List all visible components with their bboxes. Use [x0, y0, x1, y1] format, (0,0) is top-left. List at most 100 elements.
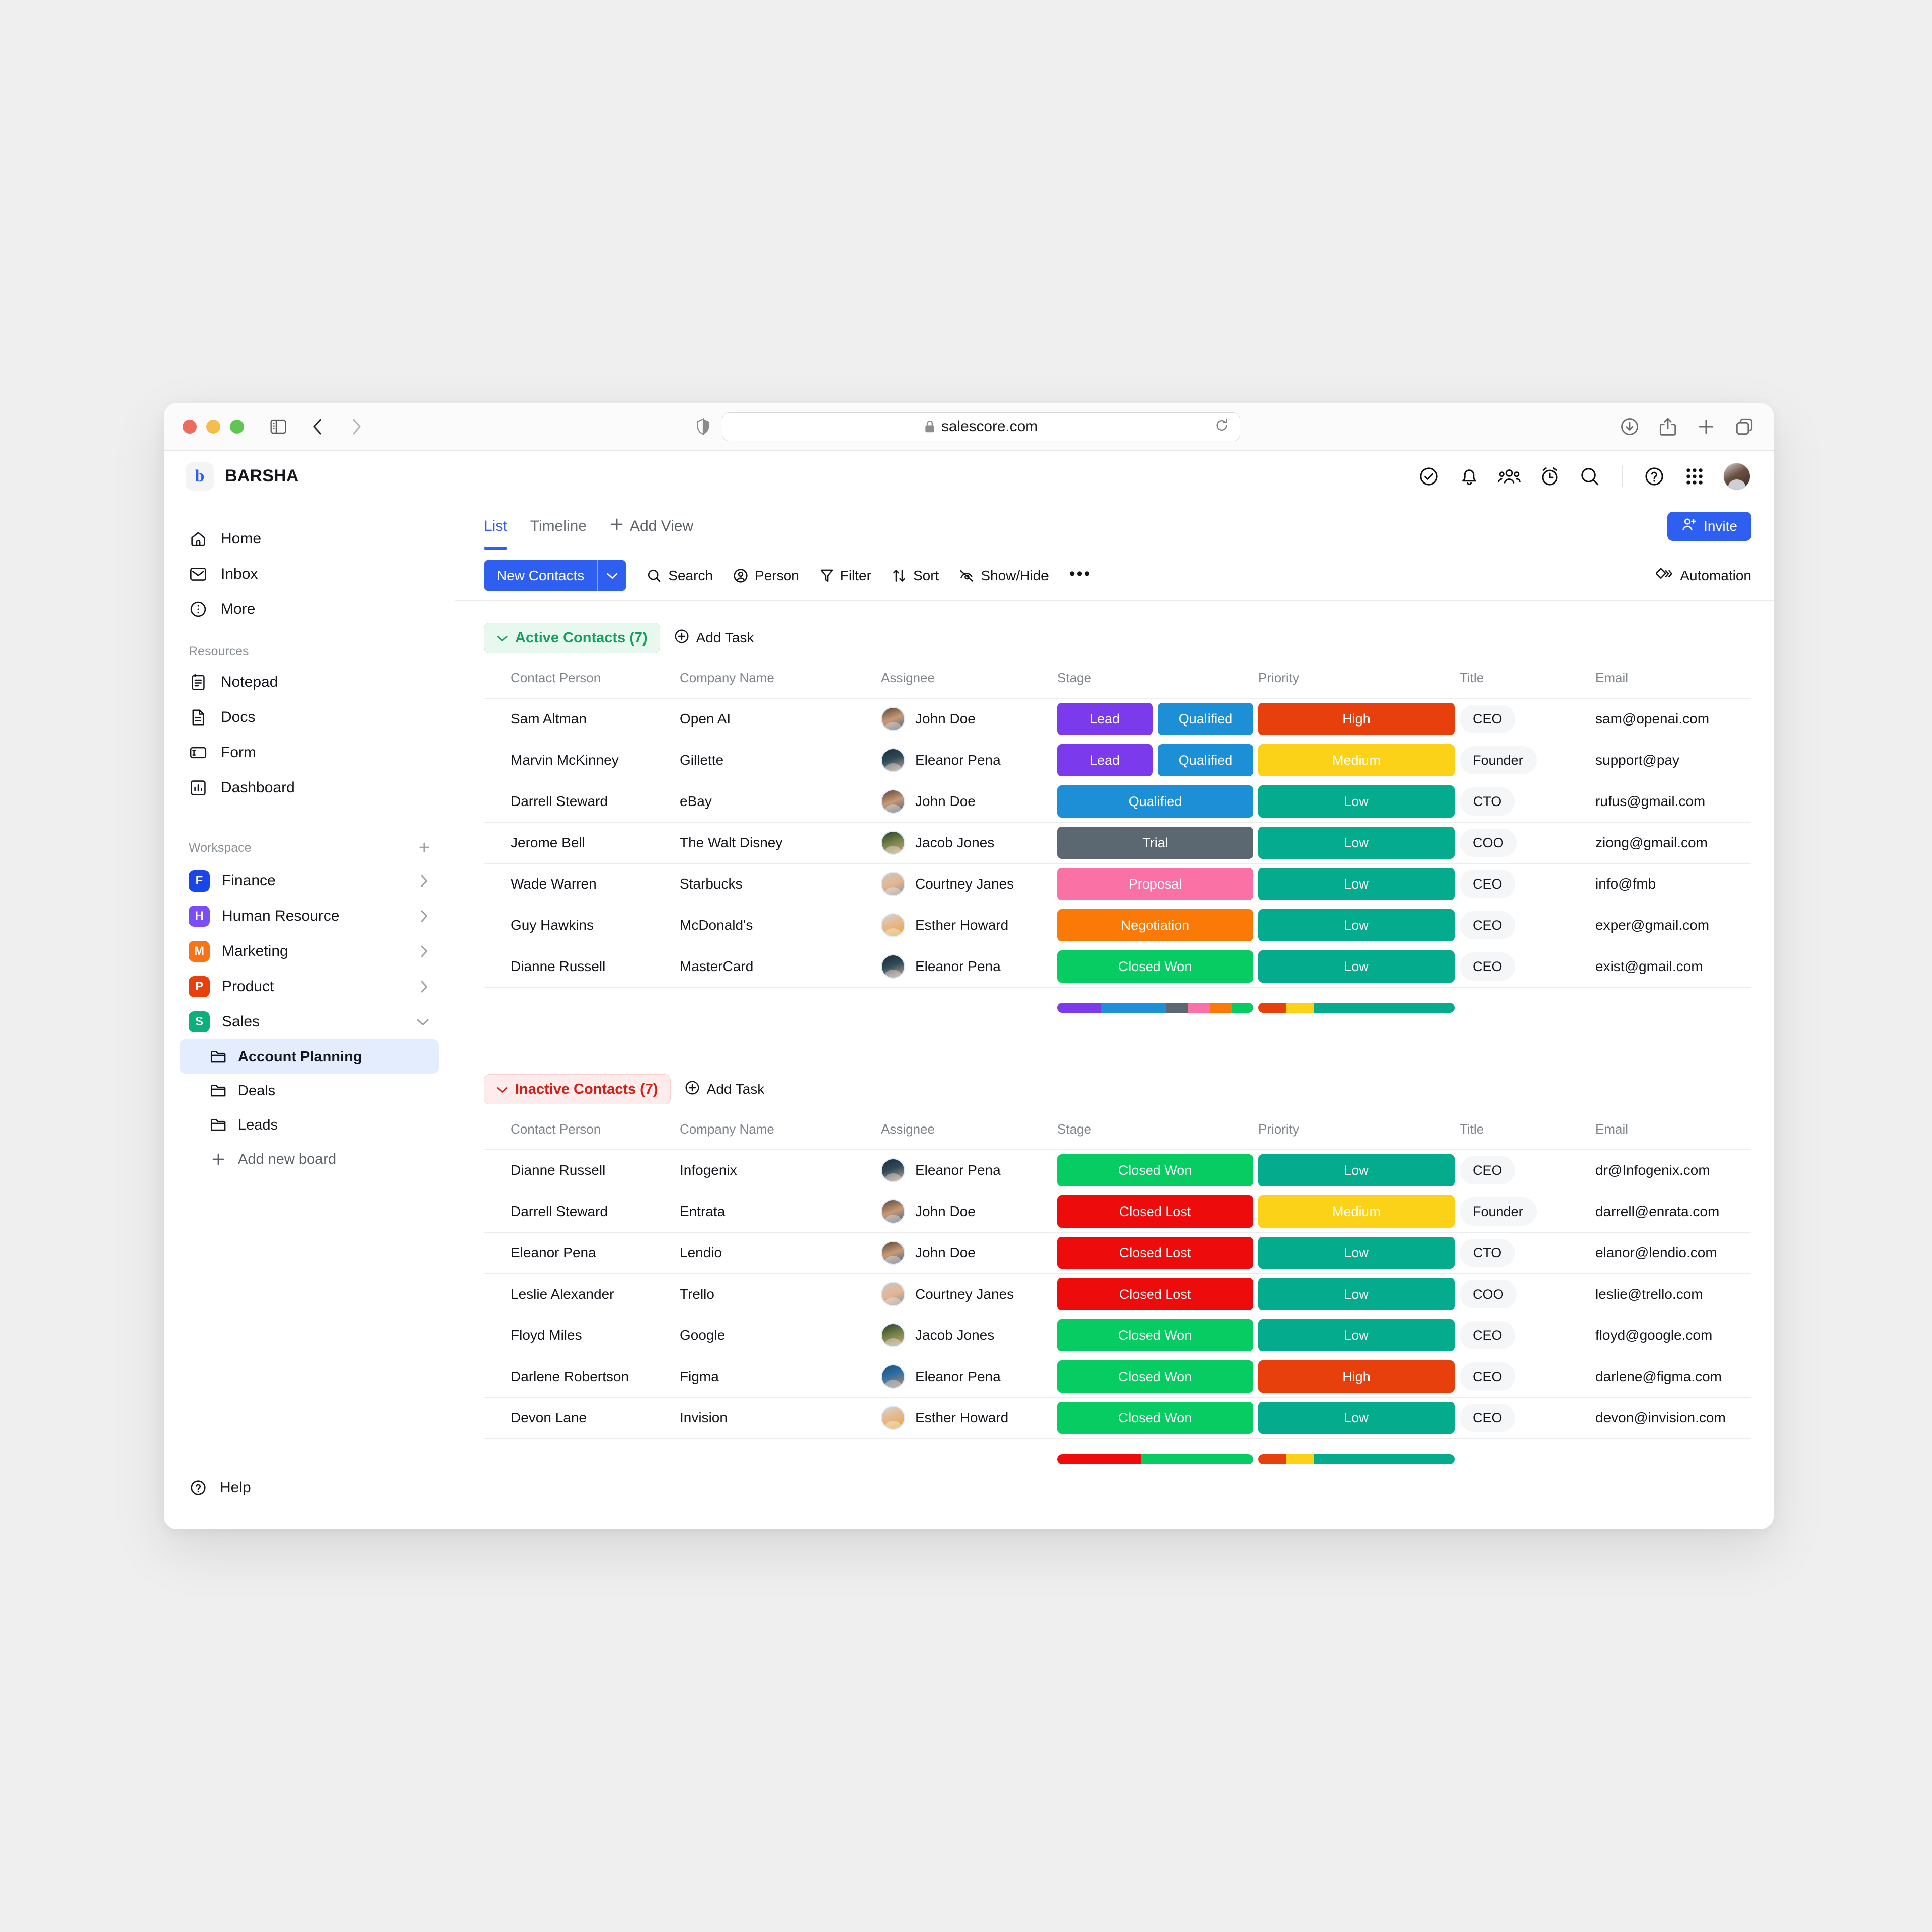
maximize-window-button[interactable]	[230, 419, 244, 434]
toolbar-filter-button[interactable]: Filter	[820, 568, 871, 584]
column-header[interactable]: Email	[1595, 1121, 1751, 1150]
window-traffic-lights[interactable]	[183, 419, 244, 434]
check-circle-icon[interactable]	[1417, 465, 1440, 488]
column-header[interactable]: Assignee	[881, 670, 1057, 698]
priority-badge[interactable]: Low	[1258, 1237, 1455, 1269]
chevron-down-icon[interactable]	[416, 1016, 430, 1028]
table-row[interactable]: Darrell Steward eBay John Doe Qualified Low C…	[484, 780, 1751, 822]
stage-badge[interactable]: Closed Lost	[1057, 1195, 1253, 1228]
group-toggle-inactive[interactable]: Inactive Contacts (7)	[484, 1074, 671, 1104]
group-toggle-active[interactable]: Active Contacts (7)	[484, 623, 660, 653]
share-icon[interactable]	[1658, 417, 1678, 437]
priority-badge[interactable]: Low	[1258, 827, 1455, 859]
toolbar-showhide-button[interactable]: Show/Hide	[959, 568, 1049, 584]
toolbar-person-button[interactable]: Person	[733, 568, 799, 584]
assignee-avatar[interactable]	[881, 707, 905, 732]
column-header[interactable]: Contact Person	[484, 1121, 680, 1150]
table-row[interactable]: Dianne Russell MasterCard Eleanor Pena Clos…	[484, 945, 1751, 987]
address-bar[interactable]: salescore.com	[722, 412, 1240, 441]
stage-badge[interactable]: Proposal	[1057, 868, 1253, 900]
assignee-avatar[interactable]	[881, 831, 905, 855]
column-header[interactable]: Stage	[1057, 1121, 1258, 1150]
tab-overview-icon[interactable]	[1734, 417, 1754, 437]
sidebar-item-marketing[interactable]: M Marketing	[180, 934, 439, 969]
help-circle-icon[interactable]	[1643, 465, 1666, 488]
assignee-avatar[interactable]	[881, 748, 905, 772]
table-row[interactable]: Leslie Alexander Trello Courtney Janes Clos…	[484, 1273, 1751, 1315]
stage-badge[interactable]: Closed Won	[1057, 1402, 1253, 1434]
priority-badge[interactable]: High	[1258, 1360, 1455, 1393]
sidebar-toggle-icon[interactable]	[268, 417, 288, 437]
priority-badge[interactable]: Low	[1258, 1319, 1455, 1351]
help-button[interactable]: Help	[189, 1478, 430, 1497]
avatar[interactable]	[1723, 462, 1750, 490]
priority-badge[interactable]: Low	[1258, 1278, 1455, 1310]
add-view-button[interactable]: Add View	[610, 517, 693, 535]
column-header[interactable]: Company Name	[680, 1121, 881, 1150]
assignee-avatar[interactable]	[881, 1406, 905, 1430]
apps-grid-icon[interactable]	[1683, 465, 1706, 488]
stage-badge[interactable]: Closed Won	[1057, 1154, 1253, 1187]
search-icon[interactable]	[1578, 465, 1601, 488]
column-header[interactable]: Contact Person	[484, 670, 680, 698]
assignee-avatar[interactable]	[881, 913, 905, 937]
priority-badge[interactable]: Low	[1258, 1154, 1455, 1187]
tab-list[interactable]: List	[484, 502, 507, 550]
back-chevron-icon[interactable]	[307, 417, 328, 437]
toolbar-search-button[interactable]: Search	[647, 568, 713, 584]
stage-badge[interactable]: Closed Won	[1057, 1360, 1253, 1393]
column-header[interactable]: Title	[1460, 1121, 1595, 1150]
priority-badge[interactable]: High	[1258, 703, 1455, 736]
toolbar-more-button[interactable]: •••	[1069, 565, 1092, 582]
reload-icon[interactable]	[1215, 418, 1229, 435]
chevron-right-icon[interactable]	[418, 909, 430, 923]
bell-icon[interactable]	[1458, 465, 1481, 488]
view-selector[interactable]: New Contacts	[484, 559, 627, 591]
sidebar-item-docs[interactable]: Docs	[180, 700, 439, 735]
stage-badge[interactable]: Trial	[1057, 827, 1253, 859]
chevron-right-icon[interactable]	[418, 980, 430, 994]
table-row[interactable]: Darlene Robertson Figma Eleanor Pena Closed…	[484, 1355, 1751, 1397]
stage-badge[interactable]: Closed Won	[1057, 950, 1253, 983]
table-row[interactable]: Marvin McKinney Gillette Eleanor Pena Lead Q…	[484, 739, 1751, 781]
priority-badge[interactable]: Low	[1258, 868, 1455, 900]
sidebar-item-product[interactable]: P Product	[180, 969, 439, 1004]
tab-timeline[interactable]: Timeline	[530, 502, 587, 550]
assignee-avatar[interactable]	[881, 872, 905, 896]
add-workspace-button[interactable]: +	[419, 838, 430, 857]
people-icon[interactable]	[1498, 465, 1521, 488]
priority-badge[interactable]: Low	[1258, 1402, 1455, 1434]
chevron-right-icon[interactable]	[418, 874, 430, 888]
priority-badge[interactable]: Low	[1258, 950, 1455, 983]
stage-badge[interactable]: Lead	[1057, 703, 1153, 736]
table-row[interactable]: Eleanor Pena Lendio John Doe Closed Lost Low…	[484, 1232, 1751, 1273]
add-new-board-button[interactable]: Add new board	[180, 1142, 439, 1176]
sidebar-item-human-resource[interactable]: H Human Resource	[180, 899, 439, 934]
table-row[interactable]: Floyd Miles Google Jacob Jones Closed Won Lo…	[484, 1314, 1751, 1356]
column-header[interactable]: Company Name	[680, 670, 881, 698]
stage-badge[interactable]: Closed Lost	[1057, 1278, 1253, 1310]
assignee-avatar[interactable]	[881, 1364, 905, 1389]
sidebar-board-leads[interactable]: Leads	[180, 1108, 439, 1142]
stage-badge[interactable]: Negotiation	[1057, 909, 1253, 941]
stage-badge[interactable]: Qualified	[1158, 703, 1253, 736]
close-window-button[interactable]	[183, 419, 197, 434]
column-header[interactable]: Stage	[1057, 670, 1258, 698]
sidebar-item-finance[interactable]: F Finance	[180, 863, 439, 899]
sidebar-item-sales[interactable]: S Sales	[180, 1004, 439, 1039]
column-header[interactable]: Email	[1595, 670, 1751, 698]
priority-badge[interactable]: Low	[1258, 785, 1455, 818]
assignee-avatar[interactable]	[881, 1282, 905, 1306]
assignee-avatar[interactable]	[881, 954, 905, 979]
add-task-button[interactable]: Add Task	[674, 629, 754, 648]
chevron-down-icon[interactable]	[598, 560, 626, 591]
assignee-avatar[interactable]	[881, 1199, 905, 1224]
forward-chevron-icon[interactable]	[347, 417, 367, 437]
toolbar-sort-button[interactable]: Sort	[892, 568, 939, 584]
assignee-avatar[interactable]	[881, 789, 905, 814]
table-row[interactable]: Devon Lane Invision Esther Howard Closed Wo…	[484, 1397, 1751, 1438]
alarm-clock-icon[interactable]	[1538, 465, 1561, 488]
table-row[interactable]: Jerome Bell The Walt Disney Jacob Jones Tri…	[484, 822, 1751, 863]
sidebar-item-inbox[interactable]: Inbox	[180, 556, 439, 592]
assignee-avatar[interactable]	[881, 1323, 905, 1347]
